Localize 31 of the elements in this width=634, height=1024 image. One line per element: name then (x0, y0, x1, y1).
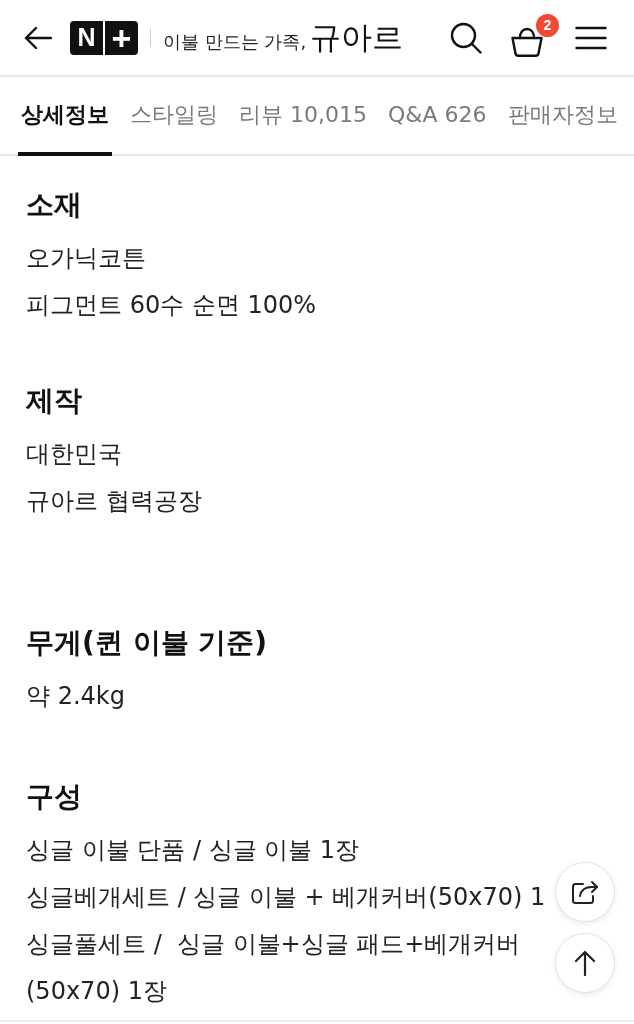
section-title: 무게(퀸 이불 기준) (26, 625, 269, 661)
basket-icon (511, 26, 543, 57)
arrow-up-icon (574, 950, 596, 976)
spec-text: 규아르 협력공장 (26, 486, 203, 517)
spec-text: 대한민국 (26, 439, 123, 470)
section-title: 소재 (26, 187, 83, 223)
section-title: 구성 (26, 779, 83, 815)
menu-icon (575, 25, 607, 50)
tab[interactable]: 판매자정보 (504, 77, 621, 156)
spec-text: 약 2.4kg (26, 681, 126, 712)
tab[interactable]: 상세정보 (18, 77, 112, 156)
spec-text: 싱글풀세트 / 싱글 이불+싱글 패드+베개커버(50x70) 1장 (26, 929, 522, 1007)
brand-name: 규아르 (310, 22, 404, 53)
spec-text: 싱글 이불 단품 / 싱글 이불 1장 (26, 835, 361, 866)
scroll-top-button[interactable] (555, 933, 615, 993)
search-icon (450, 21, 482, 54)
brand-tagline: 이불 만드는 가족, (163, 33, 307, 51)
share-icon (571, 879, 599, 905)
spec-text: 싱글베개세트 / 싱글 이불 + 베개커버(50x70) 1 (26, 882, 547, 913)
tab[interactable]: 스타일링 (127, 77, 221, 156)
section-title: 제작 (26, 383, 83, 419)
spec-text: 피그먼트 60수 순면 100% (26, 290, 318, 321)
back-arrow-icon (24, 25, 52, 50)
tab[interactable]: Q&A 626 (385, 77, 490, 156)
cart-count-badge: 2 (536, 13, 559, 37)
share-button[interactable] (555, 862, 615, 922)
tab[interactable]: 리뷰 10,015 (236, 77, 370, 156)
logo-tile: N (70, 20, 103, 55)
logo-tile: + (105, 20, 138, 55)
cart-button[interactable]: 2 (511, 13, 559, 62)
spec-text: 오가닉코튼 (26, 243, 147, 274)
